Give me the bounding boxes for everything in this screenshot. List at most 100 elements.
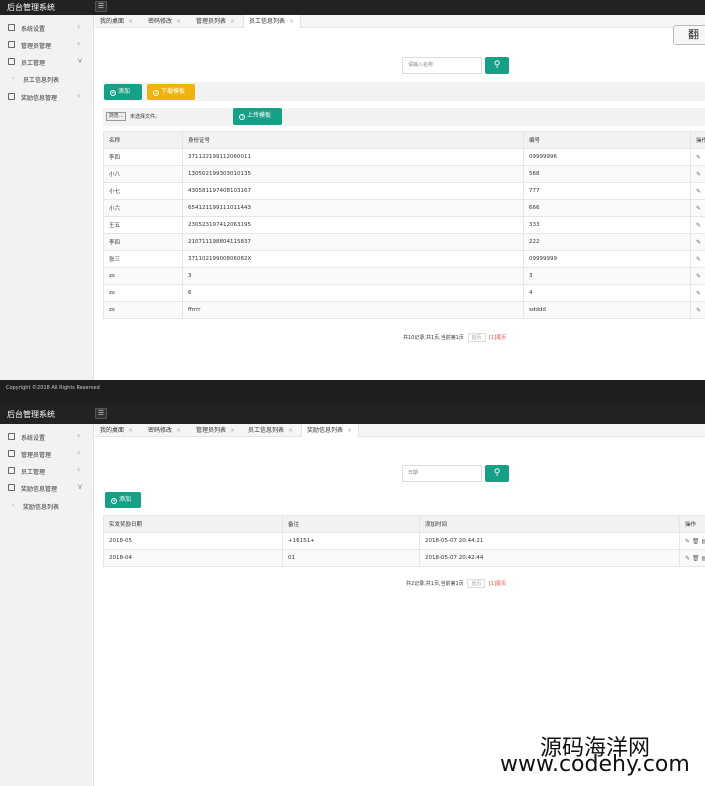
search-input[interactable]: 请输入名称 [402,57,482,74]
close-icon[interactable]: × [176,427,181,434]
pagination-summary: 共10记录,共1页,当前第1页 [403,335,464,341]
edit-icon[interactable]: ✎ [696,290,701,297]
tab-employee-list[interactable]: 员工信息列表 × [243,15,301,28]
edit-icon[interactable]: ✎ [696,171,701,178]
search-icon: ⚲ [493,60,501,70]
sidebar-item-admin-management[interactable]: 管理员管理 ‹ [0,37,94,53]
tab-password-change[interactable]: 密码修改 × [143,15,191,28]
sidebar-item-system-settings[interactable]: 系统设置 ‹ [0,429,94,445]
folder-icon [8,41,15,48]
sidebar-subitem-reward-list[interactable]: › 奖励信息列表 [0,499,94,513]
chevron-down-icon: ∨ [77,482,83,491]
column-header: 身份证号 [182,131,524,149]
chevron-left-icon: ‹ [77,465,81,474]
translate-button[interactable]: 翻 [673,25,705,45]
chevron-right-icon: › [12,75,15,82]
search-button[interactable]: ⚲ [485,57,509,74]
close-icon[interactable]: × [128,18,133,25]
sidebar-item-label: 系统设置 [21,435,46,442]
column-header: 添加时间 [419,515,680,533]
reward-table: 实发奖励日期 备注 添加时间 操作 2018-05 +16151+ 2018-05-… [103,515,705,567]
table-cell: 210711198804115837 [182,233,524,251]
copyright-text: Copyright ©2018 All Rights Reserved [6,385,100,391]
table-cell: 2018-05-07 20:42:44 [419,549,680,567]
sidebar-item-admin-management[interactable]: 管理员管理 ‹ [0,446,94,462]
close-icon[interactable]: × [230,427,235,434]
table-cell-ops: ✎ [690,250,705,268]
edit-delete-view-icons[interactable]: ✎ 🗑 ▤ [685,538,705,545]
edit-icon[interactable]: ✎ [696,239,701,246]
edit-delete-view-icons[interactable]: ✎ 🗑 ▤ [685,555,705,562]
tab-label: 我的桌面 [100,427,125,434]
tab-admin-list[interactable]: 管理员列表 × [191,424,243,437]
add-button-label: 添加 [119,496,132,503]
chevron-left-icon: ‹ [77,91,81,100]
close-icon[interactable]: × [288,427,293,434]
table-cell: 222 [523,233,691,251]
chevron-left-icon: ‹ [77,431,81,440]
tab-admin-list[interactable]: 管理员列表 × [191,15,243,28]
edit-icon[interactable]: ✎ [696,307,701,314]
tab-label: 管理员列表 [196,427,227,434]
tab-label: 员工信息列表 [249,18,286,25]
table-cell: 430581197408103167 [182,182,524,200]
table-cell: 230523197412063195 [182,216,524,234]
tab-desktop[interactable]: 我的桌面 × [95,15,143,28]
tab-desktop[interactable]: 我的桌面 × [95,424,143,437]
edit-icon[interactable]: ✎ [696,188,701,195]
last-page-link[interactable]: [1]尾页 [489,335,506,341]
close-icon[interactable]: × [128,427,133,434]
table-cell: 666 [523,199,691,217]
pagination: 共2记录,共1页,当前第1页 首页 [1]尾页 [406,579,506,588]
edit-icon[interactable]: ✎ [696,273,701,280]
search-icon: ⚲ [493,468,501,478]
sidebar-item-employee-management[interactable]: 员工管理 ‹ [0,463,94,479]
edit-icon[interactable]: ✎ [696,154,701,161]
employee-list-screen: 后台管理系统 ☰ 系统设置 ‹ 管理员管理 ‹ 员工管理 ∨ › 员工信息列表 … [0,0,705,380]
table-cell: 09999996 [523,148,691,166]
close-icon[interactable]: × [230,18,235,25]
search-button[interactable]: ⚲ [485,465,509,482]
table-cell: 654121199111011443 [182,199,524,217]
close-icon[interactable]: × [176,18,181,25]
folder-icon [8,450,15,457]
table-cell: 6 [182,284,524,302]
menu-toggle-icon[interactable]: ☰ [95,1,107,12]
chevron-left-icon: ‹ [77,448,81,457]
upload-template-button[interactable]: ↑ 上传模板 [233,108,282,125]
table-row: 李四 371122199112060011 09999996 ✎ [103,148,705,166]
tab-employee-list[interactable]: 员工信息列表 × [243,424,301,437]
date-search-input[interactable]: 日期 [402,465,482,482]
add-button[interactable]: + 添加 [104,84,142,100]
sidebar-item-employee-management[interactable]: 员工管理 ∨ [0,54,94,70]
sidebar-item-reward-management[interactable]: 奖励信息管理 ∨ [0,480,94,496]
sidebar-subitem-employee-list[interactable]: › 员工信息列表 [0,72,94,86]
upload-icon: ↑ [239,114,245,120]
sidebar-item-label: 员工管理 [21,60,46,67]
table-cell-ops: ✎ 🗑 ▤ [679,549,705,567]
close-icon[interactable]: × [289,18,294,25]
table-cell: 小七 [103,182,183,200]
first-page-button[interactable]: 首页 [467,333,486,342]
edit-icon[interactable]: ✎ [696,205,701,212]
sidebar-item-system-settings[interactable]: 系统设置 ‹ [0,20,94,36]
browse-button[interactable]: 浏览... [106,112,126,121]
download-template-button[interactable]: ↓ 下载模板 [147,84,195,100]
reward-list-screen: 后台管理系统 ☰ 系统设置 ‹ 管理员管理 ‹ 员工管理 ‹ 奖励信息管理 ∨ … [0,404,705,786]
first-page-button[interactable]: 首页 [467,579,486,588]
menu-toggle-icon[interactable]: ☰ [95,408,107,419]
last-page-link[interactable]: [1]尾页 [489,581,506,587]
edit-icon[interactable]: ✎ [696,222,701,229]
add-button-label: 添加 [118,88,131,95]
tab-label: 密码修改 [148,427,173,434]
table-cell: +16151+ [282,532,420,550]
folder-icon [8,433,15,440]
tab-password-change[interactable]: 密码修改 × [143,424,191,437]
tab-reward-list[interactable]: 奖励信息列表 × [301,424,359,437]
add-button[interactable]: + 添加 [105,492,141,508]
folder-icon [8,467,15,474]
close-icon[interactable]: × [347,427,352,434]
sidebar-item-reward-management[interactable]: 奖励信息管理 ‹ [0,89,94,105]
edit-icon[interactable]: ✎ [696,256,701,263]
table-cell: 37110219900806082X [182,250,524,268]
